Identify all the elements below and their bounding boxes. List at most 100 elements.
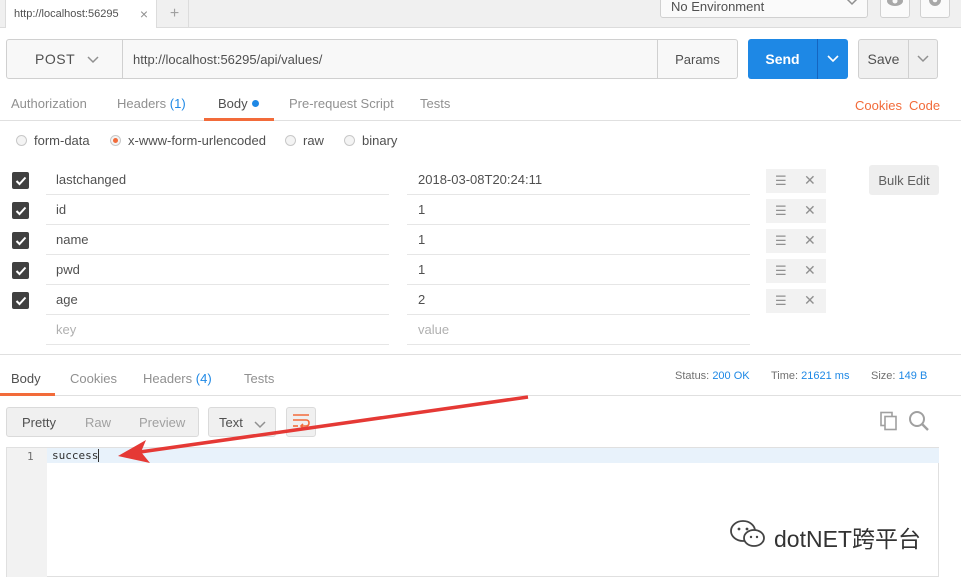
active-line-highlight — [47, 448, 939, 463]
close-icon[interactable]: ✕ — [804, 292, 816, 309]
view-mode-group: Pretty Raw Preview — [6, 407, 199, 437]
param-key-input[interactable]: lastchanged — [46, 165, 389, 195]
send-dropdown-button[interactable] — [817, 39, 848, 79]
chevron-down-icon — [845, 0, 859, 10]
hamburger-icon[interactable]: ☰ — [775, 203, 787, 219]
close-icon[interactable]: ✕ — [804, 262, 816, 279]
line-number: 1 — [27, 450, 34, 463]
gear-icon — [926, 0, 944, 14]
response-tabs: Body Cookies Headers (4) Tests Status: 2… — [0, 362, 961, 396]
param-row: lastchanged 2018-03-08T20:24:11 ☰ ✕ — [0, 165, 961, 195]
copy-icon[interactable] — [879, 411, 899, 434]
response-tab-body[interactable]: Body — [11, 371, 41, 386]
param-row: name 1 ☰ ✕ — [0, 225, 961, 255]
body-type-radios: form-data x-www-form-urlencoded raw bina… — [0, 130, 961, 152]
close-icon[interactable]: ✕ — [804, 172, 816, 189]
headers-count: (1) — [169, 96, 186, 111]
close-icon[interactable]: × — [140, 6, 148, 22]
view-preview-button[interactable]: Preview — [139, 415, 185, 430]
check-icon — [15, 236, 26, 245]
hamburger-icon[interactable]: ☰ — [775, 263, 787, 279]
environment-select[interactable]: No Environment — [660, 0, 868, 18]
row-checkbox[interactable] — [12, 262, 29, 279]
response-tab-cookies[interactable]: Cookies — [70, 371, 117, 386]
new-tab-button[interactable]: + — [161, 0, 189, 28]
code-link[interactable]: Code — [909, 98, 940, 113]
param-row: pwd 1 ☰ ✕ — [0, 255, 961, 285]
close-icon[interactable]: ✕ — [804, 232, 816, 249]
size-info: Size: 149 B — [871, 370, 927, 382]
response-body-editor[interactable]: 1 success — [6, 447, 939, 577]
radio-form-data[interactable]: form-data — [16, 133, 90, 148]
params-button[interactable]: Params — [657, 40, 737, 78]
request-tab[interactable]: http://localhost:56295 × — [5, 0, 157, 28]
chevron-down-icon — [253, 418, 267, 433]
status-value: 200 OK — [712, 370, 750, 382]
radio-label: x-www-form-urlencoded — [128, 133, 266, 148]
tab-prerequest-script[interactable]: Pre-request Script — [289, 96, 394, 111]
close-icon[interactable]: ✕ — [804, 202, 816, 219]
format-select[interactable]: Text — [208, 407, 276, 437]
search-icon[interactable] — [908, 410, 930, 435]
wrap-lines-icon — [292, 413, 310, 432]
radio-raw[interactable]: raw — [285, 133, 324, 148]
response-headers-count: (4) — [195, 371, 212, 386]
tab-tests[interactable]: Tests — [420, 96, 450, 111]
size-label: Size: — [871, 370, 896, 382]
tab-body[interactable]: Body — [218, 96, 259, 111]
bulk-edit-button[interactable]: Bulk Edit — [869, 165, 939, 195]
param-row: id 1 ☰ ✕ — [0, 195, 961, 225]
row-checkbox[interactable] — [12, 232, 29, 249]
send-label: Send — [765, 51, 800, 67]
send-button[interactable]: Send — [748, 39, 848, 79]
row-checkbox[interactable] — [12, 292, 29, 309]
response-tab-headers[interactable]: Headers (4) — [143, 371, 212, 386]
param-value-input[interactable]: 2 — [407, 285, 750, 315]
save-button[interactable]: Save — [858, 39, 938, 79]
environment-quick-look-button[interactable] — [880, 0, 910, 18]
row-actions: ☰ ✕ — [766, 259, 826, 283]
radio-button — [344, 135, 355, 146]
save-dropdown-button[interactable] — [908, 40, 937, 78]
new-value-input[interactable]: value — [407, 315, 750, 345]
param-key-input[interactable]: name — [46, 225, 389, 255]
view-raw-button[interactable]: Raw — [85, 415, 111, 430]
request-bar: POST http://localhost:56295/api/values/ … — [6, 39, 738, 79]
time-label: Time: — [771, 370, 799, 382]
param-key-input[interactable]: age — [46, 285, 389, 315]
row-checkbox[interactable] — [12, 202, 29, 219]
url-input[interactable]: http://localhost:56295/api/values/ — [123, 40, 657, 78]
param-key-input[interactable]: id — [46, 195, 389, 225]
top-bar: http://localhost:56295 × + No Environmen… — [0, 0, 961, 28]
wechat-icon — [728, 518, 768, 556]
check-icon — [15, 266, 26, 275]
check-icon — [15, 176, 26, 185]
param-value-input[interactable]: 1 — [407, 225, 750, 255]
tab-headers[interactable]: Headers (1) — [117, 96, 186, 111]
wrap-lines-button[interactable] — [286, 407, 316, 437]
hamburger-icon[interactable]: ☰ — [775, 233, 787, 249]
hamburger-icon[interactable]: ☰ — [775, 293, 787, 309]
time-info: Time: 21621 ms — [771, 370, 849, 382]
method-select[interactable]: POST — [7, 40, 123, 78]
radio-button-selected — [110, 135, 121, 146]
new-param-row: key value — [0, 315, 961, 345]
param-value-input[interactable]: 2018-03-08T20:24:11 — [407, 165, 750, 195]
hamburger-icon[interactable]: ☰ — [775, 173, 787, 189]
active-tab-indicator — [204, 118, 274, 121]
radio-x-www-form-urlencoded[interactable]: x-www-form-urlencoded — [110, 133, 266, 148]
active-response-tab-indicator — [0, 393, 55, 396]
tab-authorization[interactable]: Authorization — [11, 96, 87, 111]
view-pretty-button[interactable]: Pretty — [22, 415, 56, 430]
row-checkbox[interactable] — [12, 172, 29, 189]
radio-binary[interactable]: binary — [344, 133, 397, 148]
param-value-input[interactable]: 1 — [407, 195, 750, 225]
param-key-input[interactable]: pwd — [46, 255, 389, 285]
status-info: Status: 200 OK — [675, 370, 750, 382]
watermark: dotNET跨平台 — [728, 518, 921, 556]
cookies-link[interactable]: Cookies — [855, 98, 902, 113]
new-key-input[interactable]: key — [46, 315, 389, 345]
param-value-input[interactable]: 1 — [407, 255, 750, 285]
response-tab-tests[interactable]: Tests — [244, 371, 274, 386]
settings-button[interactable] — [920, 0, 950, 18]
